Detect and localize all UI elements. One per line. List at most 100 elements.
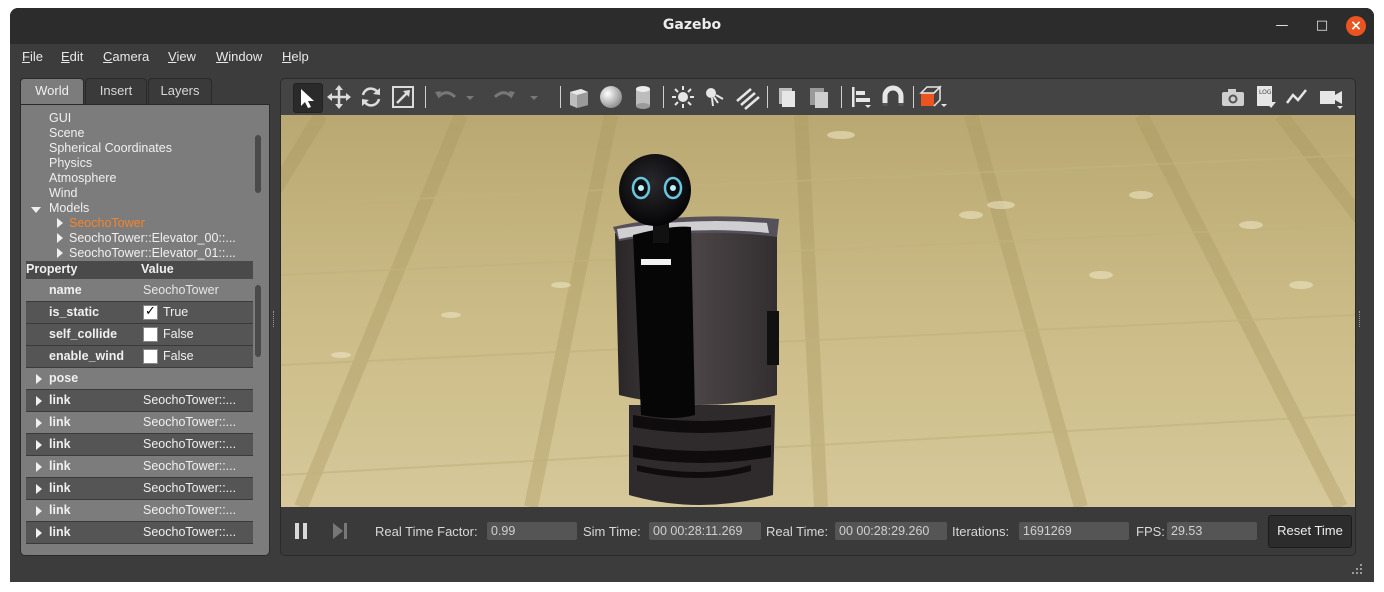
- enable-wind-checkbox[interactable]: [143, 349, 158, 364]
- expand-right-icon[interactable]: [36, 484, 42, 494]
- checkbox-label: False: [163, 327, 194, 341]
- property-row-link[interactable]: link SeochoTower::...: [26, 522, 253, 544]
- property-row-link[interactable]: link SeochoTower::...: [26, 390, 253, 412]
- point-light-icon[interactable]: [669, 83, 697, 111]
- expand-right-icon[interactable]: [57, 233, 63, 243]
- expand-right-icon[interactable]: [36, 462, 42, 472]
- minimize-button[interactable]: —: [1272, 16, 1292, 36]
- align-icon[interactable]: [847, 83, 875, 111]
- splitter-handle[interactable]: [1359, 311, 1363, 327]
- cylinder-shape-icon[interactable]: [629, 83, 657, 111]
- menu-file[interactable]: File: [22, 49, 43, 64]
- step-forward-icon[interactable]: [325, 517, 353, 545]
- tab-layers[interactable]: Layers: [148, 78, 212, 105]
- 3d-viewport[interactable]: [281, 115, 1355, 507]
- property-key: link: [49, 415, 71, 429]
- magnet-snap-icon[interactable]: [879, 83, 907, 111]
- tab-world[interactable]: World: [20, 78, 84, 106]
- directional-light-icon[interactable]: [733, 83, 761, 111]
- expand-right-icon[interactable]: [36, 396, 42, 406]
- sim-time-value: 00 00:28:11.269: [649, 522, 761, 540]
- property-row-pose[interactable]: pose: [26, 368, 253, 390]
- close-button[interactable]: ×: [1346, 16, 1366, 36]
- camera-screenshot-icon[interactable]: [1219, 83, 1247, 111]
- box-shape-icon[interactable]: [565, 83, 593, 111]
- tree-item-selected-model[interactable]: SeochoTower: [69, 216, 145, 230]
- tree-item-models[interactable]: Models: [49, 201, 89, 215]
- reset-time-button[interactable]: Reset Time: [1268, 515, 1352, 548]
- expand-right-icon[interactable]: [36, 418, 42, 428]
- expand-right-icon[interactable]: [36, 528, 42, 538]
- property-scrollbar[interactable]: [255, 285, 261, 357]
- rotate-mode-icon[interactable]: [357, 83, 385, 111]
- select-mode-icon[interactable]: [293, 83, 323, 113]
- undo-dropdown-icon[interactable]: [463, 83, 477, 111]
- property-key: link: [49, 525, 71, 539]
- menu-view[interactable]: View: [168, 49, 196, 64]
- tree-scrollbar[interactable]: [255, 135, 261, 193]
- menu-edit[interactable]: Edit: [61, 49, 83, 64]
- tab-insert[interactable]: Insert: [85, 78, 147, 105]
- property-row-link[interactable]: link SeochoTower::...: [26, 456, 253, 478]
- property-row-link[interactable]: link SeochoTower::...: [26, 500, 253, 522]
- gazebo-window: Gazebo — □ × File Edit Camera View Windo…: [10, 8, 1374, 582]
- fps-value: 29.53: [1167, 522, 1257, 540]
- redo-icon[interactable]: [491, 83, 519, 111]
- expand-right-icon[interactable]: [57, 248, 63, 258]
- property-value: SeochoTower::...: [143, 393, 237, 407]
- expand-right-icon[interactable]: [57, 218, 63, 228]
- expand-right-icon[interactable]: [36, 506, 42, 516]
- tree-item-atmosphere[interactable]: Atmosphere: [49, 171, 116, 185]
- translate-mode-icon[interactable]: [325, 83, 353, 111]
- plot-icon[interactable]: [1283, 83, 1311, 111]
- property-key: enable_wind: [49, 349, 125, 363]
- redo-dropdown-icon[interactable]: [527, 83, 541, 111]
- real-time-label: Real Time:: [766, 524, 829, 539]
- property-key: name: [49, 283, 82, 297]
- property-row-link[interactable]: link SeochoTower::...: [26, 478, 253, 500]
- property-row-name[interactable]: name SeochoTower: [26, 280, 253, 302]
- property-row-link[interactable]: link SeochoTower::...: [26, 412, 253, 434]
- tree-item-model-child[interactable]: SeochoTower::Elevator_00::...: [69, 231, 236, 245]
- tree-item-gui[interactable]: GUI: [49, 111, 71, 125]
- property-row-enable-wind[interactable]: enable_wind False: [26, 346, 253, 368]
- title-bar[interactable]: Gazebo — □ ×: [10, 8, 1374, 44]
- tree-item-spherical-coordinates[interactable]: Spherical Coordinates: [49, 141, 172, 155]
- splitter-handle[interactable]: [273, 311, 277, 327]
- expand-right-icon[interactable]: [36, 374, 42, 384]
- tree-item-physics[interactable]: Physics: [49, 156, 92, 170]
- is-static-checkbox[interactable]: ✓: [143, 303, 158, 320]
- copy-icon[interactable]: [773, 83, 801, 111]
- value-column-header: Value: [141, 262, 174, 276]
- menu-window[interactable]: Window: [216, 49, 262, 64]
- property-key: self_collide: [49, 327, 118, 341]
- tree-item-model-child[interactable]: SeochoTower::Elevator_01::...: [69, 246, 236, 260]
- tree-item-wind[interactable]: Wind: [49, 186, 77, 200]
- video-record-icon[interactable]: [1317, 83, 1345, 111]
- maximize-button[interactable]: □: [1312, 16, 1332, 36]
- expand-right-icon[interactable]: [36, 440, 42, 450]
- spot-light-icon[interactable]: [701, 83, 729, 111]
- property-value: SeochoTower::...: [143, 415, 237, 429]
- property-key: link: [49, 459, 71, 473]
- undo-icon[interactable]: [431, 83, 459, 111]
- menu-camera[interactable]: Camera: [103, 49, 149, 64]
- property-value: SeochoTower::...: [143, 525, 237, 539]
- log-icon[interactable]: LOG: [1251, 83, 1279, 111]
- expand-down-icon[interactable]: [31, 207, 41, 213]
- property-row-is-static[interactable]: is_static ✓ True: [26, 302, 253, 324]
- scale-mode-icon[interactable]: [389, 83, 417, 111]
- pause-icon[interactable]: [287, 517, 315, 545]
- property-row-link[interactable]: link SeochoTower::...: [26, 434, 253, 456]
- resize-grip-icon[interactable]: [1350, 561, 1364, 580]
- view-angle-icon[interactable]: [917, 83, 947, 111]
- property-row-self-collide[interactable]: self_collide False: [26, 324, 253, 346]
- property-value: SeochoTower::...: [143, 503, 237, 517]
- tree-item-scene[interactable]: Scene: [49, 126, 84, 140]
- sphere-shape-icon[interactable]: [597, 83, 625, 111]
- paste-icon[interactable]: [805, 83, 833, 111]
- property-key: is_static: [49, 305, 100, 319]
- self-collide-checkbox[interactable]: [143, 327, 158, 342]
- property-value: SeochoTower::...: [143, 459, 237, 473]
- menu-help[interactable]: Help: [282, 49, 309, 64]
